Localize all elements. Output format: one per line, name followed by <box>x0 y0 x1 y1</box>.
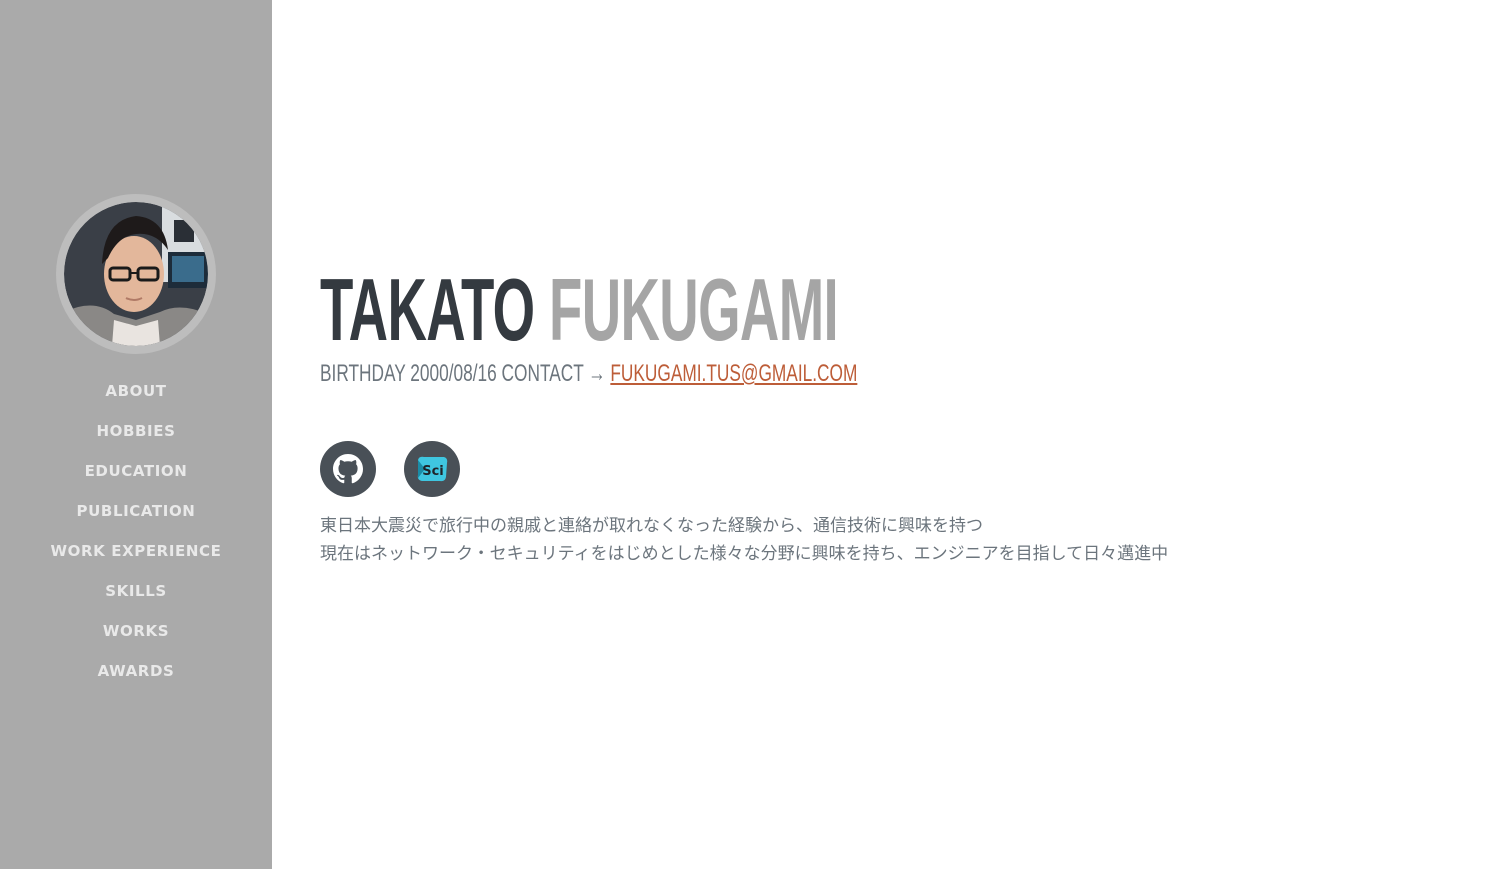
page-title: TAKATO FUKUGAMI <box>320 260 839 359</box>
first-name: TAKATO <box>320 260 535 359</box>
sidebar: ABOUT HOBBIES EDUCATION PUBLICATION WORK… <box>0 0 272 869</box>
about-line-2: 現在はネットワーク・セキュリティをはじめとした様々な分野に興味を持ち、エンジニア… <box>320 544 1169 564</box>
nav-item-work-experience[interactable]: WORK EXPERIENCE <box>0 531 272 571</box>
last-name: FUKUGAMI <box>549 260 839 359</box>
nav-item-awards[interactable]: AWARDS <box>0 651 272 691</box>
nav-item-hobbies[interactable]: HOBBIES <box>0 411 272 451</box>
email-link[interactable]: FUKUGAMI.TUS@GMAIL.COM <box>610 360 857 387</box>
github-icon <box>333 454 363 484</box>
main-content: TAKATO FUKUGAMI BIRTHDAY 2000/08/16 CONT… <box>320 0 1460 869</box>
subheading-text: BIRTHDAY 2000/08/16 CONTACT → <box>320 360 611 387</box>
about-line-1: 東日本大震災で旅行中の親戚と連絡が取れなくなった経験から、通信技術に興味を持つ <box>320 516 983 536</box>
sci-button[interactable]: Sci <box>404 441 460 497</box>
sci-icon-label: Sci <box>422 464 444 479</box>
avatar <box>64 202 208 346</box>
subheading: BIRTHDAY 2000/08/16 CONTACT → FUKUGAMI.T… <box>320 358 857 390</box>
nav-item-works[interactable]: WORKS <box>0 611 272 651</box>
sci-icon: Sci <box>417 456 448 482</box>
nav-item-skills[interactable]: SKILLS <box>0 571 272 611</box>
about-text: 東日本大震災で旅行中の親戚と連絡が取れなくなった経験から、通信技術に興味を持つ … <box>320 512 1168 568</box>
nav-item-publication[interactable]: PUBLICATION <box>0 491 272 531</box>
sidebar-nav: ABOUT HOBBIES EDUCATION PUBLICATION WORK… <box>0 371 272 691</box>
avatar-frame <box>56 194 216 354</box>
nav-item-about[interactable]: ABOUT <box>0 371 272 411</box>
github-button[interactable] <box>320 441 376 497</box>
nav-item-education[interactable]: EDUCATION <box>0 451 272 491</box>
